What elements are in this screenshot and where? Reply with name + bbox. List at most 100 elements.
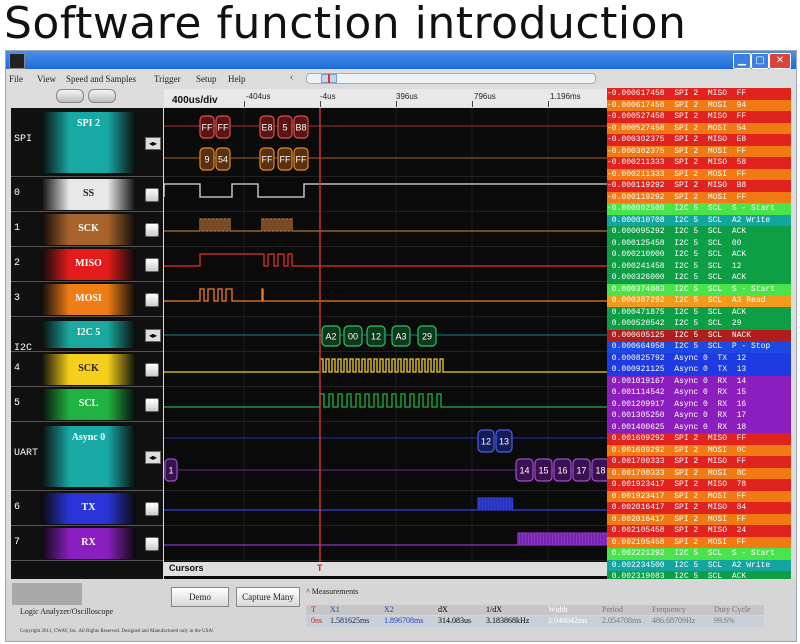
list-item[interactable]: -0.000002500 I2C 5 SCL S - Start — [607, 203, 791, 215]
list-item[interactable]: 0.001700333 SPI 2 MISO FF — [607, 456, 791, 468]
channel-row-tx[interactable]: 6 TX — [11, 491, 163, 526]
list-item[interactable]: 0.000387292 I2C 5 SCL A3 Read — [607, 295, 791, 307]
list-item[interactable]: 0.000374083 I2C 5 SCL S - Start — [607, 283, 791, 295]
channel-name[interactable]: I2C 5 — [41, 327, 136, 338]
spi-mosi-byte[interactable]: FF — [259, 147, 275, 171]
list-item[interactable]: 0.000010708 I2C 5 SCL A2 Write — [607, 214, 791, 226]
list-item[interactable]: -0.000119292 SPI 2 MOSI FF — [607, 191, 791, 203]
channel-name[interactable]: SCK — [41, 363, 136, 374]
spi-miso-byte[interactable]: FF — [215, 115, 231, 139]
channel-row-rx[interactable]: 7 RX — [11, 526, 163, 561]
time-scrollbar[interactable] — [306, 73, 596, 84]
uart-tx-byte[interactable]: 13 — [495, 429, 513, 453]
uart-rx-byte[interactable]: 14 — [515, 458, 534, 482]
uart-tx-byte[interactable]: 12 — [477, 429, 495, 453]
spi-mosi-byte[interactable]: FF — [293, 147, 309, 171]
channel-name[interactable]: TX — [41, 502, 136, 513]
uart-rx-byte[interactable]: 16 — [553, 458, 572, 482]
uart-rx-byte[interactable]: 15 — [534, 458, 553, 482]
i2c-byte[interactable]: A3 — [391, 325, 411, 347]
i2c-byte[interactable]: A2 — [321, 325, 341, 347]
list-item[interactable]: 0.001305250 Async 0 RX 17 — [607, 410, 791, 422]
list-item[interactable]: 0.000471875 I2C 5 SCL ACK — [607, 306, 791, 318]
spi-miso-byte[interactable]: B8 — [293, 115, 309, 139]
spi-miso-byte[interactable]: E8 — [259, 115, 275, 139]
list-item[interactable]: 0.002105458 SPI 2 MOSI FF — [607, 536, 791, 548]
channel-row-spi-2[interactable]: SPI SPI 2 ◂▸ — [11, 108, 163, 177]
channel-enable-checkbox[interactable] — [145, 257, 159, 272]
spi-mosi-byte[interactable]: 54 — [215, 147, 231, 171]
list-item[interactable]: 0.000210000 I2C 5 SCL ACK — [607, 249, 791, 261]
i2c-byte[interactable]: 00 — [343, 325, 363, 347]
menu-file[interactable]: File — [9, 74, 23, 84]
channel-name[interactable]: MISO — [41, 258, 136, 269]
menu-help[interactable]: Help — [228, 74, 246, 84]
spi-mosi-byte[interactable]: FF — [277, 147, 293, 171]
list-item[interactable]: 0.001700333 SPI 2 MOSI 8C — [607, 467, 791, 479]
i2c-byte[interactable]: 12 — [366, 325, 386, 347]
channel-name[interactable]: SCK — [41, 223, 136, 234]
spi-miso-byte[interactable]: 5 — [277, 115, 293, 139]
capture-many-button[interactable]: Capture Many — [236, 587, 300, 607]
demo-button[interactable]: Demo — [171, 587, 229, 607]
spi-mosi-byte[interactable]: 9 — [199, 147, 215, 171]
channel-row-miso[interactable]: 2 MISO — [11, 247, 163, 282]
title-bar[interactable]: ▁ ▢ ✕ — [6, 51, 796, 69]
channel-enable-checkbox[interactable] — [145, 397, 159, 412]
list-item[interactable]: 0.001923417 SPI 2 MOSI FF — [607, 490, 791, 502]
channel-enable-checkbox[interactable] — [145, 501, 159, 516]
channel-row-i2c-5[interactable]: I2C I2C 5 ◂▸ — [11, 317, 163, 354]
zoom-out-button[interactable] — [56, 89, 84, 103]
list-item[interactable]: 0.001609292 SPI 2 MOSI 0C — [607, 444, 791, 456]
channel-row-async-0[interactable]: UART Async 0 ◂▸ — [11, 422, 163, 491]
list-item[interactable]: 0.000520542 I2C 5 SCL 29 — [607, 318, 791, 330]
list-item[interactable]: -0.000617458 SPI 2 MISO FF — [607, 88, 791, 100]
list-item[interactable]: 0.000664958 I2C 5 SCL P - Stop — [607, 341, 791, 353]
uart-rx-byte[interactable]: 17 — [572, 458, 591, 482]
cursors-bar[interactable]: Cursors T — [164, 562, 612, 576]
channel-row-sck[interactable]: 4 SCK — [11, 352, 163, 387]
list-item[interactable]: 0.000605125 I2C 5 SCL NACK — [607, 329, 791, 341]
list-item[interactable]: 0.002105458 SPI 2 MISO 24 — [607, 525, 791, 537]
list-item[interactable]: 0.001114542 Async 0 RX 15 — [607, 387, 791, 399]
menu-speed-samples[interactable]: Speed and Samples — [66, 74, 136, 84]
channel-enable-checkbox[interactable] — [145, 292, 159, 307]
list-item[interactable]: 0.000241458 I2C 5 SCL 12 — [607, 260, 791, 272]
channel-enable-checkbox[interactable] — [145, 362, 159, 377]
channel-name[interactable]: MOSI — [41, 293, 136, 304]
list-item[interactable]: 0.002016417 SPI 2 MISO 84 — [607, 502, 791, 514]
list-item[interactable]: 0.002234500 I2C 5 SCL A2 Write — [607, 559, 791, 571]
list-item[interactable]: 0.002221292 I2C 5 SCL S - Start — [607, 548, 791, 560]
i2c-byte[interactable]: 29 — [417, 325, 437, 347]
close-button[interactable]: ✕ — [769, 53, 791, 69]
list-item[interactable]: 0.000825792 Async 0 TX 12 — [607, 352, 791, 364]
channel-name[interactable]: SCL — [41, 398, 136, 409]
waveform-area[interactable]: FF FF E8 5 B8 9 54 FF FF FF A2 00 12 A3 29 12 13 1 14 15 16 1… — [164, 108, 612, 618]
list-item[interactable]: 0.001209917 Async 0 RX 16 — [607, 398, 791, 410]
list-item[interactable]: 0.001923417 SPI 2 MISO 78 — [607, 479, 791, 491]
channel-enable-checkbox[interactable] — [145, 222, 159, 237]
list-item[interactable]: 0.001019167 Async 0 RX 14 — [607, 375, 791, 387]
channel-name[interactable]: Async 0 — [41, 432, 136, 443]
expand-arrows-icon[interactable]: ◂▸ — [145, 136, 161, 150]
list-item[interactable]: -0.000302375 SPI 2 MISO E8 — [607, 134, 791, 146]
channel-name[interactable]: SS — [41, 188, 136, 199]
channel-row-ss[interactable]: 0 SS — [11, 177, 163, 212]
uart-rx-byte[interactable]: 1 — [164, 458, 178, 482]
channel-row-mosi[interactable]: 3 MOSI — [11, 282, 163, 317]
channel-name[interactable]: SPI 2 — [41, 118, 136, 129]
list-item[interactable]: 0.002016417 SPI 2 MOSI FF — [607, 513, 791, 525]
list-item[interactable]: -0.000119292 SPI 2 MISO B8 — [607, 180, 791, 192]
expand-arrows-icon[interactable]: ◂▸ — [145, 450, 161, 464]
channel-row-scl[interactable]: 5 SCL — [11, 387, 163, 422]
list-item[interactable]: -0.000527458 SPI 2 MISO FF — [607, 111, 791, 123]
measurements-title[interactable]: ^ Measurements — [306, 587, 358, 596]
menu-setup[interactable]: Setup — [196, 74, 217, 84]
list-item[interactable]: -0.000527458 SPI 2 MOSI 54 — [607, 122, 791, 134]
list-item[interactable]: 0.000125458 I2C 5 SCL 00 — [607, 237, 791, 249]
channel-row-sck[interactable]: 1 SCK — [11, 212, 163, 247]
list-item[interactable]: -0.000211333 SPI 2 MOSI FF — [607, 168, 791, 180]
list-item[interactable]: 0.000921125 Async 0 TX 13 — [607, 364, 791, 376]
list-item[interactable]: 0.000326000 I2C 5 SCL ACK — [607, 272, 791, 284]
channel-enable-checkbox[interactable] — [145, 536, 159, 551]
